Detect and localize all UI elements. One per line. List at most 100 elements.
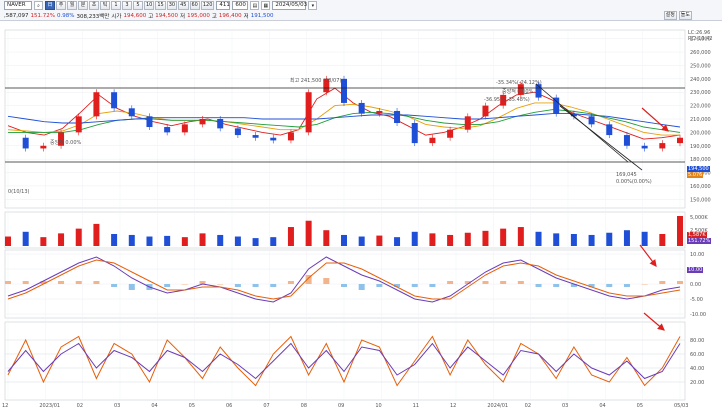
price-summary-line: ,587,097 151.72% 0.98% 308,233백만 시가 194,…	[4, 11, 273, 20]
macd-histogram-bar	[623, 284, 630, 287]
volume-bar	[500, 228, 507, 246]
period-button[interactable]: 5	[133, 1, 143, 10]
period-button[interactable]: 주	[56, 1, 66, 10]
volume-bar	[58, 233, 65, 246]
price-candle	[22, 137, 29, 149]
volume-bar	[570, 234, 577, 246]
count-max-field[interactable]: 600	[232, 1, 249, 10]
macd-histogram-bar	[5, 281, 11, 284]
time-tick-label: 04	[599, 403, 605, 408]
range-annotation: 0(10/13)	[8, 189, 30, 195]
macd-histogram-bar	[287, 281, 294, 284]
period-button[interactable]: 120	[200, 1, 215, 10]
price-tick-label: 220,000	[690, 104, 711, 110]
macd-tick-label: 10.00	[690, 252, 704, 258]
price-candle	[606, 124, 613, 136]
period-button[interactable]: 日	[45, 1, 55, 10]
time-tick-label: 12	[450, 403, 456, 408]
price-candle	[659, 143, 666, 149]
low2-value: 196,400	[218, 12, 242, 19]
price-candle	[146, 116, 153, 128]
high-value: 194,500	[155, 12, 179, 19]
macd-histogram-bar	[553, 284, 560, 287]
price-candle	[341, 78, 347, 103]
period-button[interactable]: 10	[144, 1, 155, 10]
time-tick-label: 03	[562, 403, 568, 408]
period-button[interactable]: 1	[111, 1, 121, 10]
period-button[interactable]: 틱	[100, 1, 110, 10]
volume-bar	[376, 235, 383, 246]
support-annotation: 중앙적 0.00%	[50, 139, 82, 146]
period-button[interactable]: 월	[67, 1, 77, 10]
chart-area[interactable]: 270,000 260,000 250,000 240,000 230,000 220,0…	[0, 20, 722, 408]
price-candle	[128, 108, 135, 117]
volume-bar	[429, 233, 436, 246]
price-candle	[287, 132, 294, 141]
volume-bar	[341, 234, 347, 246]
open-label: 시가	[111, 13, 122, 20]
shares-pct: 0.98%	[56, 12, 75, 19]
macd-histogram-bar	[429, 284, 436, 287]
volume-bar	[287, 227, 294, 246]
macd-tick-label: 0.00	[690, 282, 701, 288]
macd-histogram-bar	[606, 284, 613, 287]
settings-button[interactable]: 설정	[663, 11, 677, 20]
period-button-group: 日 주 월 분 초 틱 1 3 5 10 15 30 45 60 120	[45, 1, 215, 10]
volume-bar	[164, 235, 171, 246]
tool-button[interactable]: 돌도	[678, 11, 692, 20]
volume-bar	[75, 228, 82, 246]
macd-histogram-bar	[535, 284, 542, 287]
calendar-icon[interactable]: ▾	[308, 1, 318, 10]
price-tick-label: 230,000	[690, 90, 711, 96]
price-candle	[464, 116, 471, 130]
macd-histogram-bar	[111, 284, 118, 287]
price-candle	[677, 137, 683, 144]
price-candle	[482, 105, 489, 117]
stock-chart[interactable]: 270,000260,000250,000240,000230,000220,0…	[0, 20, 722, 408]
time-tick-label: 04	[151, 403, 157, 408]
chart-option-icon[interactable]: ▦	[261, 1, 271, 10]
price-candle	[252, 135, 259, 138]
search-icon[interactable]: ⌕	[34, 1, 43, 10]
time-tick-label: 12	[2, 403, 8, 408]
volume-bar	[270, 237, 277, 246]
price-candle	[217, 119, 224, 129]
macd-histogram-bar	[641, 284, 648, 285]
change-pct: 151.72%	[30, 12, 55, 19]
period-button[interactable]: 15	[155, 1, 166, 10]
macd-last-tag: 10.00	[687, 267, 704, 273]
price-candle	[429, 137, 436, 144]
date-field[interactable]: 2024/05/03	[272, 1, 307, 10]
stochastic-tick-label: 60.00	[690, 352, 704, 358]
stock-name-field[interactable]: NAVER	[4, 1, 32, 10]
period-button[interactable]: 초	[89, 1, 99, 10]
price-tick-label: 150,000	[690, 197, 711, 203]
period-button[interactable]: 45	[178, 1, 189, 10]
price-tick-label: 180,000	[690, 157, 711, 163]
high-annotation: 최고 241,500 (08/07)	[290, 77, 341, 84]
volume-bar	[40, 237, 47, 246]
period-button[interactable]: 30	[166, 1, 178, 10]
period-button[interactable]: 60	[189, 1, 200, 10]
period-button[interactable]: 분	[78, 1, 88, 10]
macd-histogram-bar	[323, 278, 330, 284]
time-tick-label: 2024/01	[487, 403, 508, 408]
macd-histogram-bar	[517, 281, 524, 284]
macd-histogram-bar	[217, 284, 224, 285]
high-label: 고	[148, 13, 154, 20]
price-candle	[623, 135, 630, 146]
count-field[interactable]: 411	[216, 1, 231, 10]
volume-tick-label: 5,000K	[690, 215, 708, 221]
time-tick-label: 05	[637, 403, 643, 408]
price-candle	[75, 116, 82, 133]
time-tick-label: 09	[338, 403, 344, 408]
macd-histogram-bar	[164, 284, 171, 287]
macd-histogram-bar	[252, 284, 259, 287]
macd-histogram-bar	[22, 281, 29, 284]
period-button[interactable]: 3	[122, 1, 132, 10]
time-tick-label: 11	[413, 403, 419, 408]
chart-type-icon[interactable]: ▤	[250, 1, 260, 10]
volume-value: ,587,097	[4, 12, 29, 19]
macd-histogram-bar	[93, 281, 100, 284]
low-label: 저	[180, 13, 186, 20]
